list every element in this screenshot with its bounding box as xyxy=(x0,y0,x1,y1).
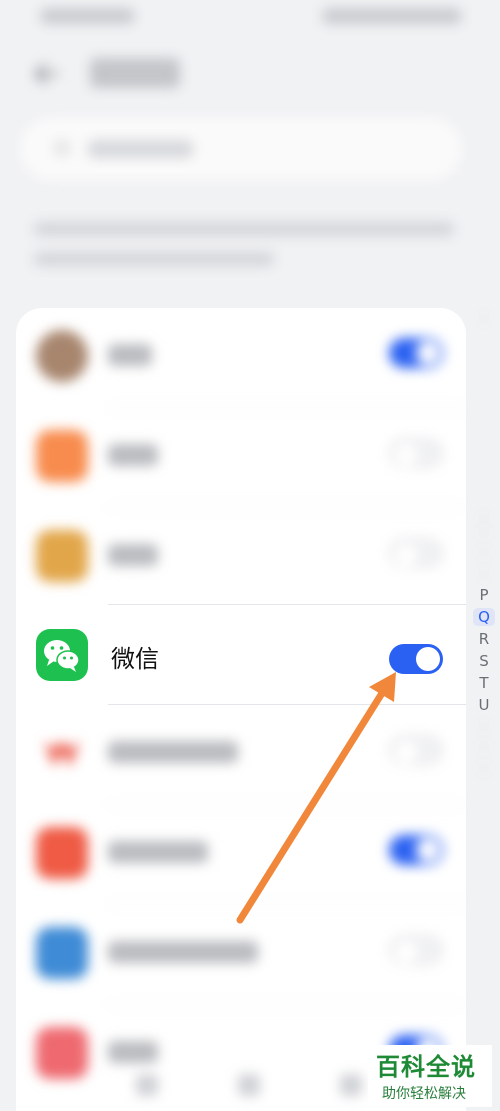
app-name xyxy=(108,444,158,466)
wechat-icon xyxy=(36,629,88,681)
toggle-switch[interactable] xyxy=(389,735,443,765)
toggle-switch[interactable] xyxy=(389,538,443,568)
alpha-letter-faded[interactable]: · xyxy=(473,718,495,736)
list-item[interactable] xyxy=(16,905,466,1005)
app-icon xyxy=(36,530,88,582)
alpha-letter-p[interactable]: P xyxy=(473,586,495,604)
list-item[interactable] xyxy=(16,705,466,805)
app-list: 微信 xyxy=(16,308,466,1111)
search-placeholder xyxy=(88,140,193,158)
app-icon xyxy=(36,927,88,979)
watermark-sub: 助你轻松解决 xyxy=(382,1086,466,1102)
list-item-wechat[interactable]: 微信 xyxy=(16,605,466,705)
search-icon xyxy=(52,138,76,160)
alpha-letter-q[interactable]: Q xyxy=(473,608,495,626)
watermark-logo: 百科全说 助你轻松解决 xyxy=(368,1045,492,1107)
toggle-switch[interactable] xyxy=(389,438,443,468)
list-item[interactable] xyxy=(16,805,466,905)
toggle-switch[interactable] xyxy=(389,835,443,865)
app-name xyxy=(108,344,152,366)
description-line-2 xyxy=(34,252,274,266)
toggle-switch[interactable] xyxy=(389,935,443,965)
nav-back-icon[interactable] xyxy=(136,1074,158,1096)
list-item[interactable] xyxy=(16,508,466,608)
alpha-letter-faded[interactable]: · xyxy=(473,544,495,562)
app-icon xyxy=(36,827,88,879)
alpha-letter-r[interactable]: R xyxy=(473,630,495,648)
alpha-letter-faded[interactable]: · xyxy=(473,566,495,584)
app-icon xyxy=(36,430,88,482)
status-icons xyxy=(322,8,462,24)
search-input[interactable] xyxy=(20,118,462,180)
app-icon xyxy=(36,330,88,382)
watermark-main: 百科全说 xyxy=(376,1053,476,1081)
app-name xyxy=(108,741,238,763)
status-bar xyxy=(0,0,500,36)
alpha-letter-t[interactable]: T xyxy=(473,674,495,692)
app-name-wechat: 微信 xyxy=(111,645,159,673)
wechat-toggle-switch[interactable] xyxy=(389,644,443,674)
alpha-letter-s[interactable]: S xyxy=(473,652,495,670)
app-name xyxy=(108,1041,158,1063)
toggle-switch[interactable] xyxy=(389,338,443,368)
alphabet-index[interactable]: · · · · · P Q R S T U · · · xyxy=(473,310,495,780)
app-icon xyxy=(36,727,88,779)
nav-recent-icon[interactable] xyxy=(340,1074,362,1096)
alpha-letter-u[interactable]: U xyxy=(473,696,495,714)
alpha-letter-faded[interactable]: · xyxy=(473,760,495,778)
page-title xyxy=(90,58,180,88)
status-time-carrier xyxy=(40,8,135,24)
alpha-letter-faded[interactable]: · xyxy=(473,310,495,328)
back-arrow-icon[interactable] xyxy=(30,60,62,88)
app-name xyxy=(108,841,208,863)
list-item[interactable] xyxy=(16,408,466,508)
description-line-1 xyxy=(34,222,454,236)
alpha-letter-faded[interactable]: · xyxy=(473,525,495,543)
alpha-letter-faded[interactable]: · xyxy=(473,738,495,756)
nav-home-icon[interactable] xyxy=(238,1074,260,1096)
app-name xyxy=(108,941,258,963)
list-item[interactable] xyxy=(16,308,466,408)
app-name xyxy=(108,544,158,566)
